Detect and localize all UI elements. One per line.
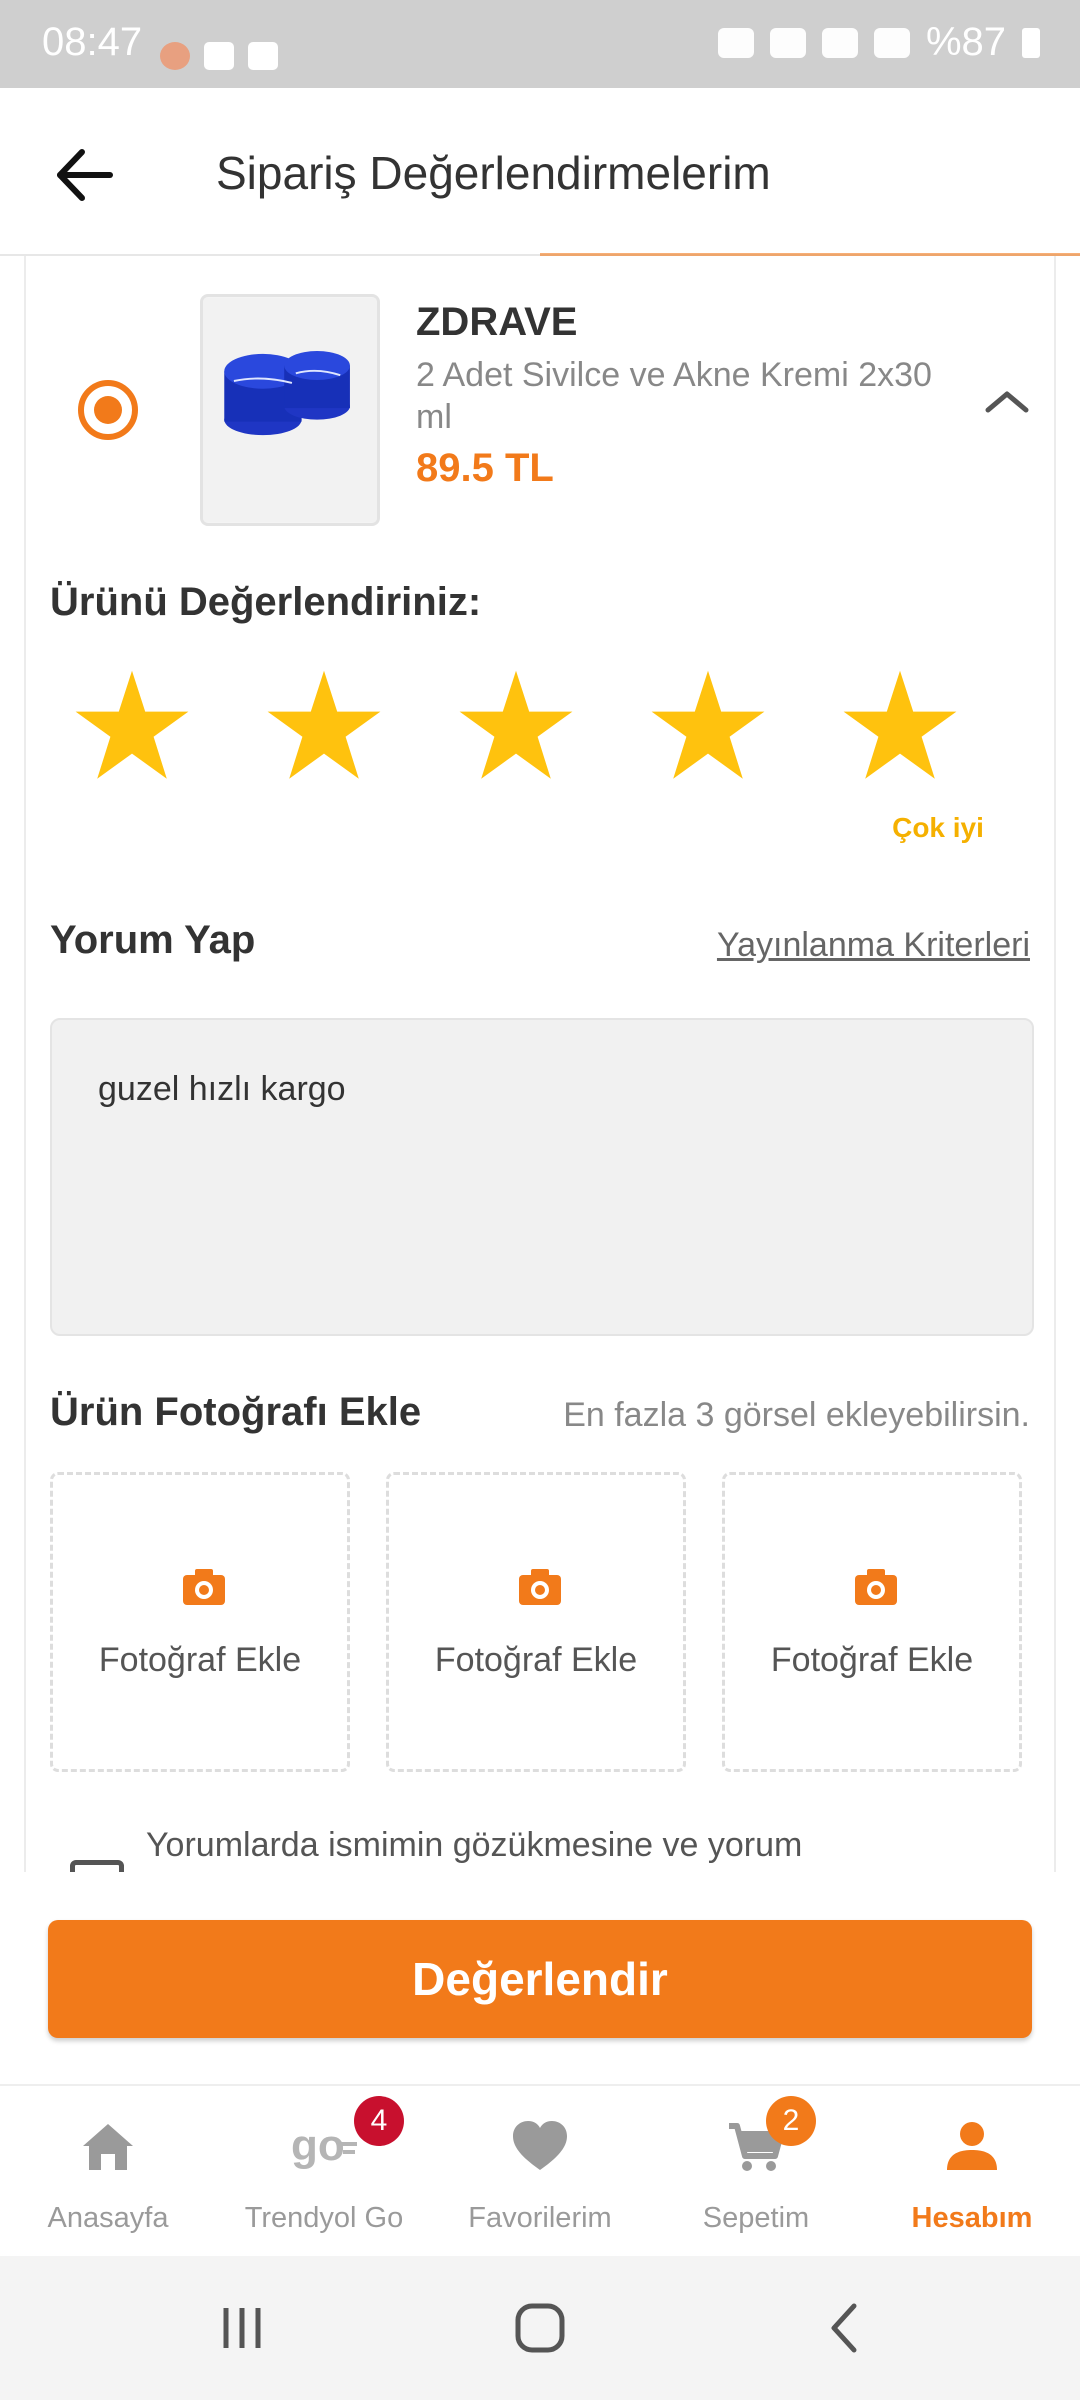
arrow-left-icon[interactable] xyxy=(50,140,120,210)
nav-label: Favorilerim xyxy=(468,2202,612,2234)
product-radio[interactable] xyxy=(78,380,138,440)
battery-percent: %87 xyxy=(925,20,1006,64)
system-nav-bar xyxy=(0,2256,1080,2400)
nav-label: Trendyol Go xyxy=(244,2202,404,2234)
star-icon[interactable] xyxy=(72,666,192,786)
go-icon: go xyxy=(291,2121,357,2170)
product-price: 89.5 TL xyxy=(416,446,554,490)
heart-icon xyxy=(513,2121,567,2170)
nav-item-account[interactable]: Hesabım xyxy=(864,2086,1080,2258)
svg-text:go: go xyxy=(291,2121,345,2170)
review-card: ZDRAVE 2 Adet Sivilce ve Akne Kremi 2x30… xyxy=(24,256,1058,1914)
volte-icon xyxy=(821,27,858,58)
star-icon[interactable] xyxy=(648,666,768,786)
star-icon[interactable] xyxy=(456,666,576,786)
add-photo-slot-1[interactable]: Fotoğraf Ekle xyxy=(50,1472,350,1772)
nav-label: Anasayfa xyxy=(47,2202,169,2234)
bottom-nav: Anasayfa go 4 Trendyol Go Favorilerim 2 … xyxy=(0,2084,1080,2256)
star-icon[interactable] xyxy=(840,666,960,786)
wifi-icon xyxy=(769,27,806,58)
chevron-up-icon[interactable] xyxy=(982,386,1032,416)
nav-item-home[interactable]: Anasayfa xyxy=(0,2086,216,2258)
consent-text: Yorumlarda ismimin gözükmesine ve yorum xyxy=(146,1826,803,1864)
signal-icon xyxy=(873,27,910,58)
product-image xyxy=(200,294,380,526)
app-header: Sipariş Değerlendirmelerim xyxy=(0,88,1080,256)
home-icon xyxy=(83,2124,133,2170)
comment-title: Yorum Yap xyxy=(50,918,256,962)
go-badge: 4 xyxy=(354,2096,404,2146)
camera-icon xyxy=(183,1569,225,1605)
rating-title: Ürünü Değerlendiriniz: xyxy=(50,580,482,624)
nav-label: Sepetim xyxy=(702,2202,810,2234)
publishing-criteria-link[interactable]: Yayınlanma Kriterleri xyxy=(717,926,1030,965)
submit-review-button[interactable]: Değerlendir xyxy=(48,1920,1032,2038)
star-icon[interactable] xyxy=(264,666,384,786)
page-title: Sipariş Değerlendirmelerim xyxy=(216,147,771,199)
comment-textarea[interactable]: guzel hızlı kargo xyxy=(50,1018,1034,1336)
home-button-icon[interactable] xyxy=(510,2300,570,2356)
add-photo-label: Fotoğraf Ekle xyxy=(98,1641,302,1679)
photo-section-title: Ürün Fotoğrafı Ekle xyxy=(50,1390,422,1434)
system-icons: %87 xyxy=(717,20,1040,65)
add-photo-slot-3[interactable]: Fotoğraf Ekle xyxy=(722,1472,1022,1772)
add-photo-slot-2[interactable]: Fotoğraf Ekle xyxy=(386,1472,686,1772)
action-bar: Değerlendir xyxy=(0,1872,1080,2084)
camera-icon xyxy=(519,1569,561,1605)
nav-item-favorites[interactable]: Favorilerim xyxy=(432,2086,648,2258)
back-button-icon[interactable] xyxy=(816,2300,876,2356)
gallery-icon xyxy=(204,42,234,70)
notification-icons xyxy=(160,42,278,70)
radio-dot xyxy=(94,396,122,424)
nav-item-trendyol-go[interactable]: go 4 Trendyol Go xyxy=(216,2086,432,2258)
health-icon xyxy=(160,42,190,70)
nav-label: Hesabım xyxy=(911,2202,1033,2234)
user-icon xyxy=(947,2122,997,2170)
camera-icon xyxy=(855,1569,897,1605)
add-photo-label: Fotoğraf Ekle xyxy=(434,1641,638,1679)
star-rating xyxy=(26,666,1058,796)
media-icon xyxy=(248,42,278,70)
battery-icon xyxy=(1022,27,1040,58)
alarm-icon xyxy=(717,27,754,58)
status-time: 08:47 xyxy=(42,20,143,64)
cart-badge: 2 xyxy=(766,2096,816,2146)
nav-item-cart[interactable]: 2 Sepetim xyxy=(648,2086,864,2258)
product-name: 2 Adet Sivilce ve Akne Kremi 2x30 ml xyxy=(416,356,932,436)
add-photo-label: Fotoğraf Ekle xyxy=(770,1641,974,1679)
product-brand: ZDRAVE xyxy=(416,300,578,344)
status-bar: 08:47 %87 xyxy=(0,0,1080,88)
photo-hint: En fazla 3 görsel ekleyebilirsin. xyxy=(563,1396,1030,1434)
rating-label: Çok iyi xyxy=(892,812,984,843)
recent-apps-icon[interactable] xyxy=(212,2300,272,2356)
